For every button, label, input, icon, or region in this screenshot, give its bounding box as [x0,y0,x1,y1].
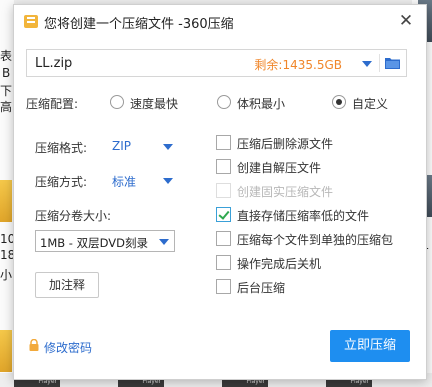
checkbox[interactable] [216,135,231,150]
add-comment-button[interactable]: 加注释 [35,272,99,298]
option-delete-source[interactable]: 压缩后删除源文件 [216,135,416,151]
bg-text-fragment: 高 [0,100,13,114]
compress-dialog: 您将创建一个压缩文件 -360压缩 ✕ LL.zip 剩余:1435.5GB 压… [13,4,427,380]
compress-now-button[interactable]: 立即压缩 [330,330,410,362]
close-button[interactable]: ✕ [396,11,416,31]
checkbox-label: 创建固实压缩文件 [237,185,334,199]
radio-speed[interactable] [110,95,124,109]
option-separate-archives[interactable]: 压缩每个文件到单独的压缩包 [216,231,416,247]
radio-size-label[interactable]: 体积最小 [237,95,285,112]
checkbox-checked[interactable] [216,207,231,222]
format-label: 压缩格式: [35,141,88,155]
checkbox[interactable] [216,159,231,174]
title-bar[interactable]: 您将创建一个压缩文件 -360压缩 ✕ [14,5,426,39]
archive-app-icon [24,15,38,28]
split-size-select[interactable]: 1MB - 双层DVD刻录 [35,230,175,252]
path-history-dropdown-icon[interactable] [362,61,372,67]
format-select[interactable]: ZIP [112,139,131,153]
split-size-dropdown-icon[interactable] [159,239,169,245]
compression-config-row: 压缩配置: 速度最快 体积最小 自定义 [26,93,416,113]
checkbox [216,183,231,198]
background-thumbnail [0,330,12,372]
radio-custom[interactable] [332,95,346,109]
option-background-compress[interactable]: 后台压缩 [216,279,416,295]
checkbox-label: 压缩后删除源文件 [237,137,334,151]
folder-icon[interactable] [385,57,400,69]
background-left-panel: 表 B 下 高 10 18 小 [0,0,14,387]
bg-text-fragment: 表 [0,49,13,63]
window-title: 您将创建一个压缩文件 -360压缩 [44,17,234,32]
checkbox-label: 创建自解压文件 [237,161,322,175]
checkbox-label: 压缩每个文件到单独的压缩包 [237,233,394,247]
split-size-label: 压缩分卷大小: [35,209,112,223]
option-self-extracting[interactable]: 创建自解压文件 [216,159,416,175]
checkbox-label: 操作完成后关机 [237,257,322,271]
output-path-field[interactable]: LL.zip 剩余:1435.5GB [26,49,407,77]
format-dropdown-icon[interactable] [163,144,173,150]
free-space-label: 剩余:1435.5GB [254,58,342,72]
bg-text-fragment: 18 [0,248,14,262]
checkbox[interactable] [216,255,231,270]
option-shutdown-after[interactable]: 操作完成后关机 [216,255,416,271]
radio-custom-label[interactable]: 自定义 [352,95,388,112]
change-password-link[interactable]: 修改密码 [44,339,92,356]
checkbox[interactable] [216,279,231,294]
checkbox-label: 后台压缩 [237,281,286,295]
bg-text-fragment: 下 [0,84,13,98]
lock-icon [29,339,39,351]
method-dropdown-icon[interactable] [163,178,173,184]
checkbox[interactable] [216,231,231,246]
split-size-value: 1MB - 双层DVD刻录 [40,236,148,250]
option-store-low-ratio[interactable]: 直接存储压缩率低的文件 [216,207,416,223]
config-label: 压缩配置: [26,97,79,111]
method-label: 压缩方式: [35,175,88,189]
bg-text-fragment: 10 [0,232,14,246]
bg-text-fragment: 小 [0,268,13,282]
background-thumbnail [0,180,12,222]
path-divider [379,54,380,72]
output-filename[interactable]: LL.zip [35,56,72,71]
bg-text-fragment: B [2,66,11,80]
radio-size[interactable] [217,95,231,109]
radio-speed-label[interactable]: 速度最快 [130,95,178,112]
method-select[interactable]: 标准 [112,173,136,190]
option-solid-archive: 创建固实压缩文件 [216,183,416,199]
checkbox-label: 直接存储压缩率低的文件 [237,209,370,223]
